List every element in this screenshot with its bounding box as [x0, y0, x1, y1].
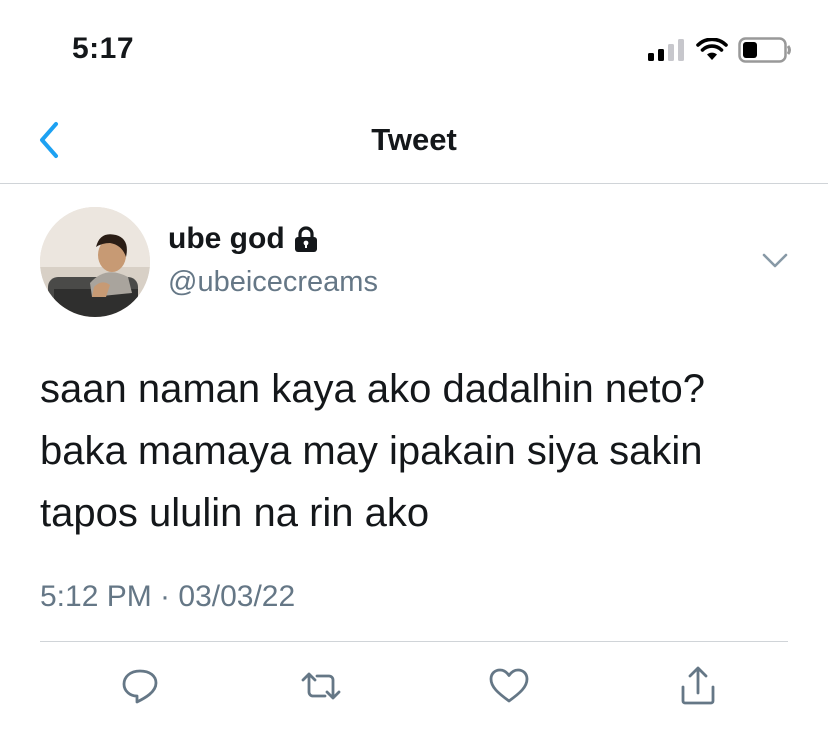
like-icon — [489, 668, 529, 703]
like-button[interactable] — [487, 664, 531, 708]
tweet-text-line: saan naman kaya ako dadalhin neto? — [40, 367, 705, 411]
tweet-text: saan naman kaya ako dadalhin neto? baka … — [40, 358, 800, 544]
tweet-text-line: baka mamaya may ipakain siya sakin — [40, 429, 703, 473]
tweet-timestamp: 5:12 PM · 03/03/22 — [40, 580, 296, 613]
share-button[interactable] — [676, 664, 720, 708]
page-title: Tweet — [371, 122, 457, 157]
more-options-button[interactable] — [760, 249, 790, 273]
actions-divider — [40, 641, 788, 642]
retweet-button[interactable] — [299, 664, 343, 708]
avatar[interactable] — [40, 207, 150, 317]
status-icons — [648, 36, 792, 64]
avatar-image — [40, 207, 150, 317]
tweet-text-line: tapos ululin na rin ako — [40, 491, 430, 535]
author-name-row[interactable]: ube god — [168, 222, 319, 256]
display-name: ube god — [168, 222, 285, 255]
status-time: 5:17 — [72, 32, 135, 65]
username[interactable]: @ubeicecreams — [168, 266, 378, 299]
chevron-down-icon — [762, 253, 788, 268]
reply-button[interactable] — [118, 664, 162, 708]
tweet-detail-screen: 5:17 Tweet ube god @ubeicecreams saan na… — [0, 0, 828, 729]
signal-icon — [648, 39, 684, 61]
retweet-icon — [301, 672, 341, 700]
wifi-icon — [696, 38, 728, 60]
battery-icon — [738, 37, 791, 63]
lock-icon — [294, 226, 317, 252]
share-icon — [681, 666, 715, 705]
reply-icon — [122, 669, 158, 704]
header-divider — [0, 183, 828, 184]
